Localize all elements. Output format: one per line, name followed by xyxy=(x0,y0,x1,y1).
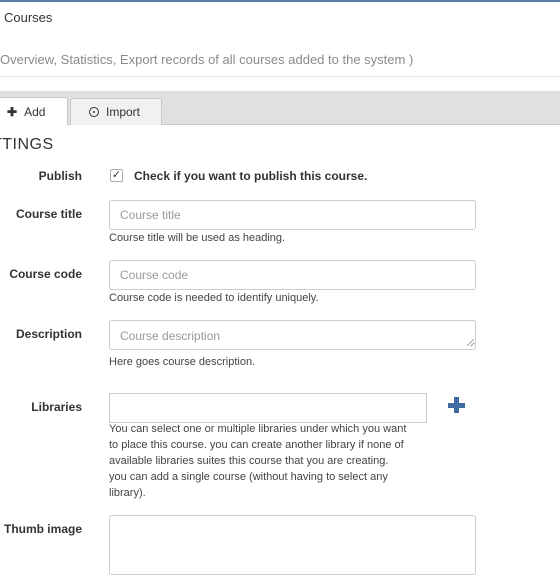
page-title: Courses xyxy=(4,10,53,25)
description-label: Description xyxy=(15,327,82,341)
libraries-help-line: library). xyxy=(109,487,146,499)
libraries-help-line: to place this course. you can create ano… xyxy=(109,439,404,451)
tab-bar: ✚ Add Import xyxy=(0,91,560,125)
thumb-image-dropzone[interactable] xyxy=(109,515,476,575)
section-heading: TTINGS xyxy=(0,136,54,153)
course-title-help: Course title will be used as heading. xyxy=(109,232,286,244)
course-code-help: Course code is needed to identify unique… xyxy=(109,292,319,304)
description-help: Here goes course description. xyxy=(109,356,256,368)
course-title-input[interactable] xyxy=(109,200,476,230)
header-divider xyxy=(0,76,560,77)
plus-icon: ✚ xyxy=(7,104,18,119)
add-library-icon[interactable] xyxy=(446,395,466,415)
libraries-help: You can select one or multiple libraries… xyxy=(109,421,406,501)
tab-add-label: Add xyxy=(24,104,46,119)
libraries-help-line: you can add a single course (without hav… xyxy=(109,471,388,483)
libraries-help-line: You can select one or multiple libraries… xyxy=(109,423,407,435)
libraries-input[interactable] xyxy=(109,393,427,423)
libraries-label: Libraries xyxy=(31,400,82,414)
tab-import-label: Import xyxy=(106,105,141,119)
tab-add[interactable]: ✚ Add xyxy=(0,97,68,125)
publish-checkbox[interactable]: ✓ xyxy=(110,169,123,182)
course-code-label: Course code xyxy=(9,267,82,281)
import-icon xyxy=(89,107,99,117)
libraries-help-line: available libraries suites this course t… xyxy=(109,455,389,467)
tab-import[interactable]: Import xyxy=(70,98,162,125)
publish-checkbox-label: Check if you want to publish this course… xyxy=(134,169,368,183)
top-rule xyxy=(0,0,560,2)
course-code-input[interactable] xyxy=(109,260,476,290)
textarea-resize-handle[interactable] xyxy=(466,338,474,346)
page-subtitle: Overview, Statistics, Export records of … xyxy=(0,52,414,67)
publish-label: Publish xyxy=(38,169,82,183)
thumb-image-label: Thumb image xyxy=(3,522,82,536)
description-textarea[interactable] xyxy=(109,320,476,350)
course-title-label: Course title xyxy=(15,207,82,221)
